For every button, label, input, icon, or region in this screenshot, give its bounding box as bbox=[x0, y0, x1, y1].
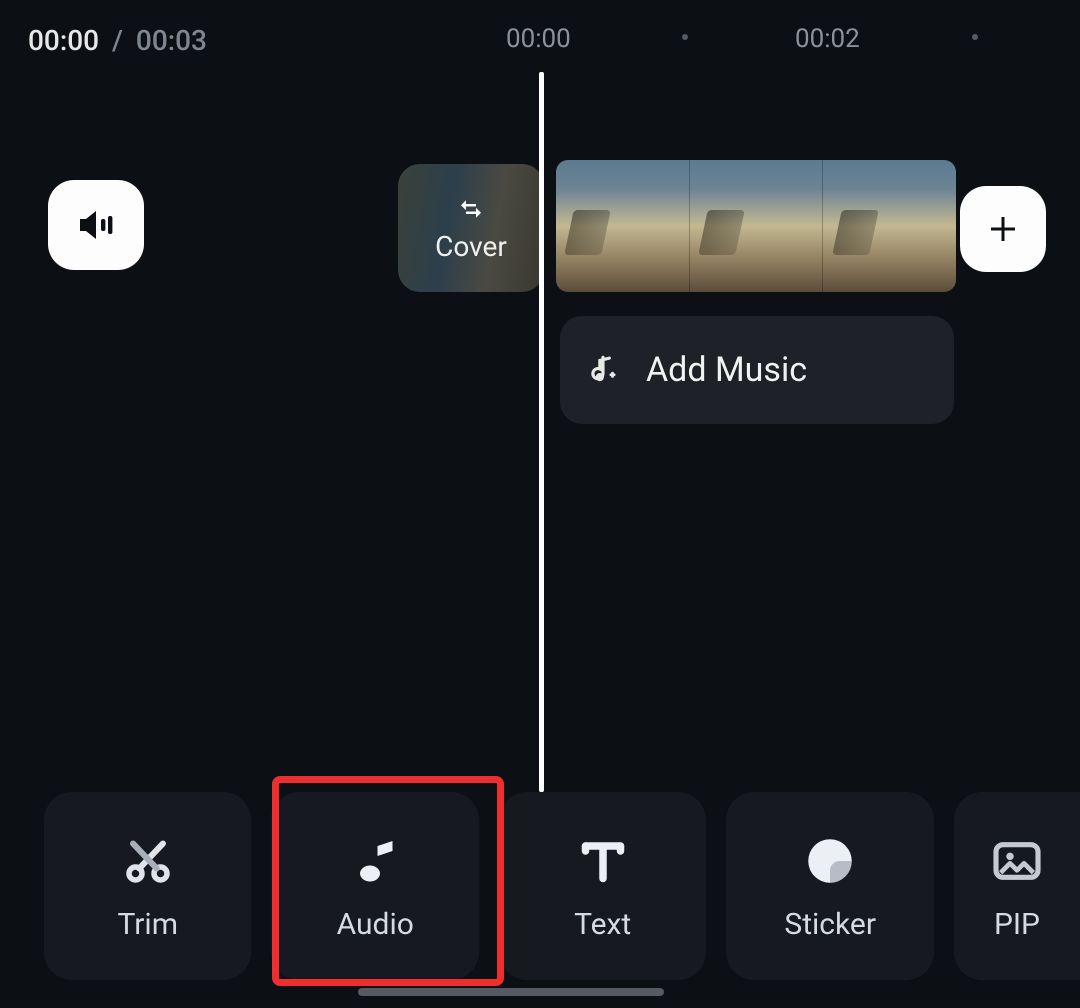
add-clip-button[interactable] bbox=[960, 186, 1046, 272]
timecode-separator: / bbox=[112, 24, 123, 57]
tool-label: Text bbox=[574, 907, 631, 942]
tool-audio[interactable]: Audio bbox=[271, 792, 478, 980]
tool-label: PIP bbox=[994, 907, 1040, 942]
tool-text[interactable]: Text bbox=[499, 792, 706, 980]
ruler-mark-0: 00:00 bbox=[506, 24, 571, 54]
cover-button[interactable]: Cover bbox=[398, 164, 544, 292]
ruler-mark-1: 00:02 bbox=[795, 24, 860, 54]
music-plus-icon bbox=[584, 351, 622, 389]
clip-frame bbox=[823, 160, 956, 292]
tool-sticker[interactable]: Sticker bbox=[726, 792, 933, 980]
add-music-button[interactable]: Add Music bbox=[560, 316, 954, 424]
tool-label: Trim bbox=[117, 907, 178, 942]
clip-frame bbox=[690, 160, 824, 292]
ruler-dot-0 bbox=[682, 34, 688, 40]
plus-icon bbox=[985, 211, 1021, 247]
scissors-icon bbox=[118, 831, 178, 891]
video-clip[interactable] bbox=[556, 160, 956, 292]
sticker-icon bbox=[800, 831, 860, 891]
tool-pip[interactable]: PIP bbox=[954, 792, 1080, 980]
tool-trim[interactable]: Trim bbox=[44, 792, 251, 980]
volume-icon bbox=[72, 201, 120, 249]
playhead[interactable] bbox=[539, 72, 544, 792]
bottom-toolbar: Trim Audio Text bbox=[44, 792, 1080, 980]
timecode-current: 00:00 bbox=[28, 24, 99, 57]
image-icon bbox=[987, 831, 1047, 891]
cover-label: Cover bbox=[435, 230, 507, 263]
volume-button[interactable] bbox=[48, 180, 144, 270]
text-icon bbox=[573, 831, 633, 891]
home-indicator bbox=[358, 988, 664, 996]
music-note-icon bbox=[345, 831, 405, 891]
timecode-total: 00:03 bbox=[136, 24, 207, 57]
tool-label: Audio bbox=[337, 907, 414, 942]
swap-icon bbox=[456, 194, 486, 224]
add-music-label: Add Music bbox=[646, 350, 807, 390]
clip-frame bbox=[556, 160, 690, 292]
ruler-dot-1 bbox=[972, 34, 978, 40]
tool-label: Sticker bbox=[784, 907, 876, 942]
